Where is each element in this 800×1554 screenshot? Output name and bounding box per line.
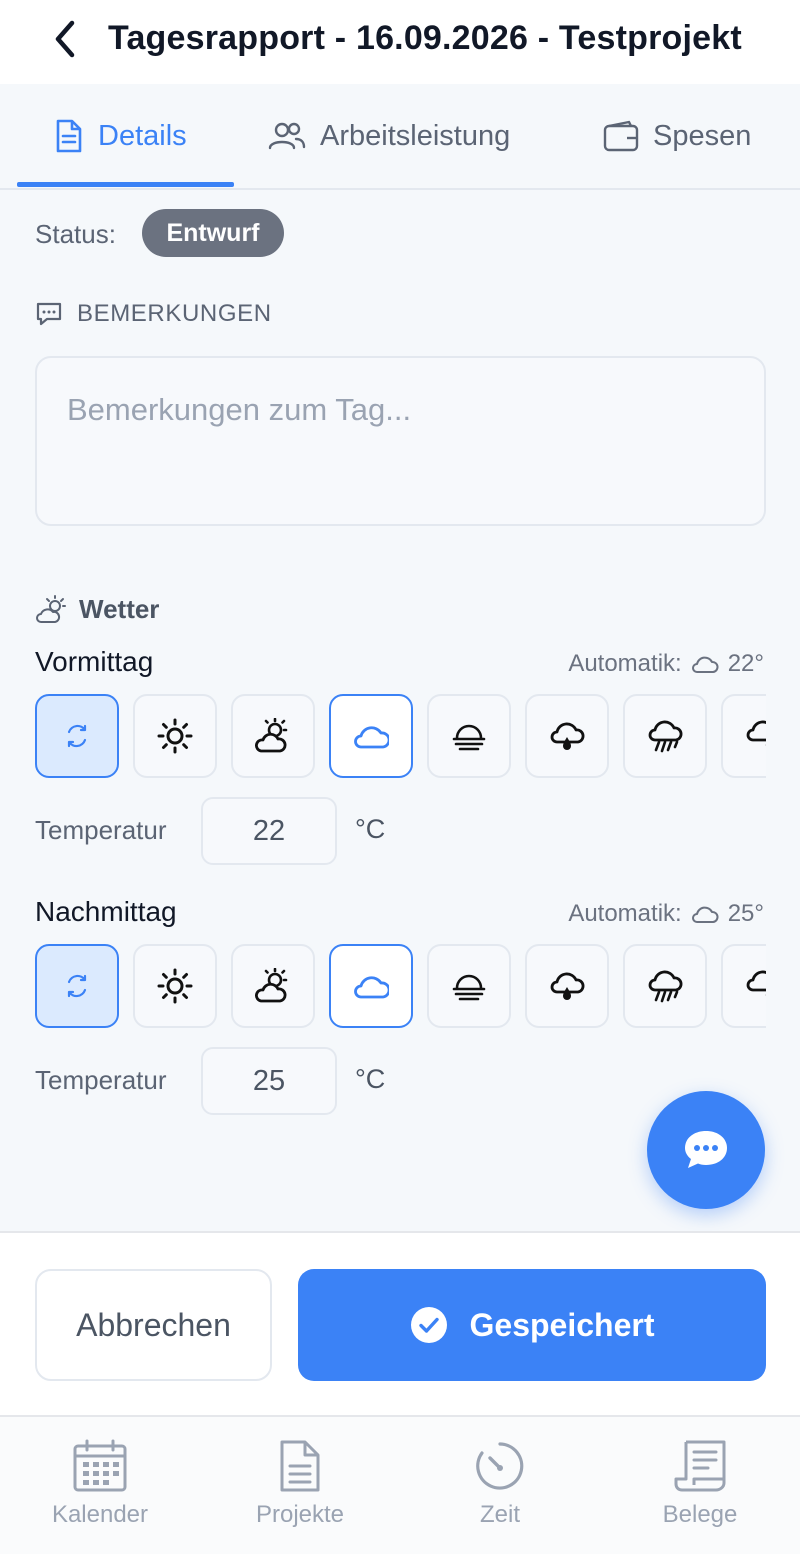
weather-option-fog[interactable] [427, 944, 511, 1028]
afternoon-temperature-unit: °C [355, 1064, 386, 1094]
sun-icon [157, 968, 193, 1004]
heavy-rain-icon [648, 720, 683, 753]
check-circle-icon [410, 1307, 447, 1343]
weather-option-fog[interactable] [427, 694, 511, 778]
fog-icon [452, 974, 486, 1001]
afternoon-temperature-input[interactable]: 25 [201, 1047, 337, 1115]
active-tab-indicator [17, 182, 234, 187]
afternoon-weather-options [35, 944, 766, 1030]
wallet-icon [603, 120, 639, 152]
partly-cloudy-icon [255, 718, 288, 753]
sun-icon [157, 718, 193, 754]
weather-option-cloud[interactable] [329, 944, 413, 1028]
morning-weather-options [35, 694, 766, 780]
remarks-input[interactable] [67, 392, 734, 490]
auto-temperature: 22° [727, 650, 764, 677]
users-icon [268, 122, 306, 150]
tab-bar: Details Arbeitsleistung Spesen [0, 84, 800, 190]
fog-icon [452, 724, 486, 751]
weather-section-label: Wetter [35, 594, 159, 625]
chat-bubble-icon [685, 1131, 727, 1168]
afternoon-temperature-label: Temperatur [35, 1065, 167, 1095]
weather-option-snow[interactable] [721, 694, 766, 778]
tab-details[interactable]: Details [54, 84, 187, 188]
afternoon-title: Nachmittag [35, 896, 177, 927]
weather-option-rain-drop[interactable] [525, 694, 609, 778]
weather-option-partly-cloudy[interactable] [231, 694, 315, 778]
nav-item-kalender[interactable]: Kalender [0, 1439, 200, 1549]
tab-label: Arbeitsleistung [320, 119, 511, 152]
chevron-left-icon [55, 20, 75, 58]
nav-item-zeit[interactable]: Zeit [400, 1439, 600, 1549]
tab-spesen[interactable]: Spesen [603, 84, 751, 188]
morning-temperature-input[interactable]: 22 [201, 797, 337, 865]
nav-label: Projekte [255, 1501, 345, 1528]
remarks-field-container [35, 356, 766, 526]
afternoon-auto-weather: Automatik: 25° [568, 900, 764, 928]
morning-title: Vormittag [35, 646, 154, 677]
weather-heading: Wetter [79, 594, 160, 624]
weather-option-sun[interactable] [133, 694, 217, 778]
weather-option-sun[interactable] [133, 944, 217, 1028]
morning-auto-weather: Automatik: 22° [568, 650, 764, 678]
status-badge: Entwurf [142, 209, 284, 257]
auto-sync-icon [67, 974, 87, 998]
tab-label: Details [98, 119, 187, 152]
snow-icon [746, 970, 766, 996]
tab-arbeitsleistung[interactable]: Arbeitsleistung [268, 84, 510, 188]
app-header: Tagesrapport - 16.09.2026 - Testprojekt [0, 0, 800, 84]
weather-option-heavy-rain[interactable] [623, 944, 707, 1028]
chat-fab-button[interactable] [647, 1091, 765, 1209]
receipt-icon [674, 1440, 726, 1492]
auto-temperature: 25° [727, 900, 764, 927]
action-bar: Abbrechen Gespeichert [0, 1231, 800, 1415]
document-icon [56, 119, 82, 153]
nav-label: Belege [662, 1501, 738, 1528]
tab-label: Spesen [653, 119, 752, 152]
snow-icon [746, 720, 766, 746]
remarks-heading: BEMERKUNGEN [77, 300, 272, 327]
cancel-button[interactable]: Abbrechen [35, 1269, 272, 1381]
document-icon [280, 1440, 320, 1492]
page-title: Tagesrapport - 16.09.2026 - Testprojekt [108, 19, 742, 57]
partly-cloudy-icon [255, 968, 288, 1003]
weather-option-heavy-rain[interactable] [623, 694, 707, 778]
weather-option-rain-drop[interactable] [525, 944, 609, 1028]
heavy-rain-icon [648, 970, 683, 1003]
weather-option-auto-sync[interactable] [35, 944, 119, 1028]
weather-option-snow[interactable] [721, 944, 766, 1028]
cloud-icon [691, 906, 719, 923]
cloud-icon [354, 976, 389, 999]
nav-label: Kalender [51, 1501, 149, 1528]
cloud-icon [691, 656, 719, 673]
clock-icon [476, 1442, 524, 1490]
morning-temperature-unit: °C [355, 814, 386, 844]
calendar-icon [73, 1439, 127, 1492]
chat-bubble-icon [36, 302, 62, 326]
auto-label: Automatik: [568, 650, 682, 677]
save-button[interactable]: Gespeichert [298, 1269, 766, 1381]
cloud-icon [354, 726, 389, 749]
partly-cloudy-icon [36, 594, 66, 623]
nav-label: Zeit [479, 1501, 520, 1528]
auto-sync-icon [67, 724, 87, 748]
auto-label: Automatik: [568, 900, 682, 927]
morning-temperature-label: Temperatur [35, 815, 167, 845]
remarks-section-label: BEMERKUNGEN [35, 300, 272, 328]
weather-option-cloud[interactable] [329, 694, 413, 778]
weather-option-partly-cloudy[interactable] [231, 944, 315, 1028]
weather-option-auto-sync[interactable] [35, 694, 119, 778]
rain-drop-icon [550, 722, 585, 750]
status-label: Status: [35, 219, 116, 249]
rain-drop-icon [550, 972, 585, 1000]
save-label: Gespeichert [469, 1306, 655, 1343]
nav-item-projekte[interactable]: Projekte [200, 1439, 400, 1549]
back-button[interactable] [40, 14, 90, 64]
nav-item-belege[interactable]: Belege [600, 1439, 800, 1549]
bottom-navigation: Kalender Projekte Zeit Belege [0, 1415, 800, 1554]
